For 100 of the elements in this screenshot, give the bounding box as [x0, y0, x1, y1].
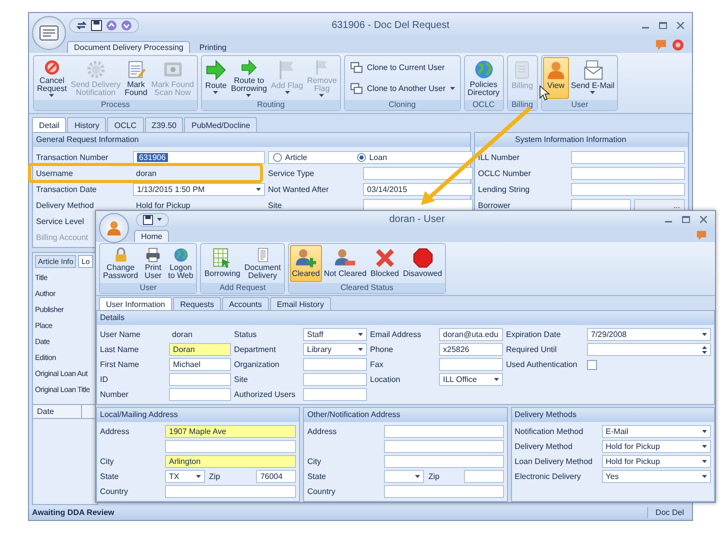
- input-field[interactable]: Michael: [169, 358, 231, 371]
- field-label: Location: [370, 375, 400, 384]
- maximize-icon[interactable]: [659, 22, 667, 28]
- field-label: Country: [100, 487, 128, 496]
- input-field[interactable]: [464, 470, 504, 483]
- input-field[interactable]: Arlington: [165, 455, 296, 468]
- input-field[interactable]: 76004: [256, 470, 296, 483]
- tab[interactable]: PubMed/Docline: [184, 117, 258, 132]
- ribbon-button[interactable]: Print User: [140, 245, 166, 282]
- maximize-icon[interactable]: [682, 216, 690, 223]
- tab[interactable]: Z39.50: [144, 117, 184, 132]
- dropdown-field[interactable]: TX: [165, 470, 205, 483]
- tab[interactable]: Email History: [270, 297, 331, 310]
- dropdown-field[interactable]: 7/29/2008: [587, 328, 711, 341]
- input-field[interactable]: [384, 455, 504, 468]
- feedback-icon[interactable]: [655, 39, 667, 51]
- input-field[interactable]: Doran: [169, 343, 231, 356]
- ribbon-button[interactable]: Route: [202, 57, 229, 99]
- input-field[interactable]: [165, 440, 296, 453]
- down-circle-icon[interactable]: [121, 20, 132, 30]
- arrow-icon: [204, 59, 227, 81]
- ribbon-button[interactable]: Clone to Another User: [346, 80, 459, 97]
- ribbon-button[interactable]: Borrowing: [202, 245, 242, 282]
- input-field[interactable]: [571, 150, 685, 164]
- ribbon-button[interactable]: Policies Directory: [466, 57, 502, 99]
- ribbon-button[interactable]: Cancel Request: [35, 57, 69, 99]
- date-field[interactable]: [587, 343, 711, 356]
- ribbon-tab[interactable]: Document Delivery Processing: [67, 41, 190, 53]
- input-field[interactable]: [303, 358, 367, 371]
- input-field[interactable]: 1907 Maple Ave: [165, 425, 296, 438]
- input-field[interactable]: x25826: [439, 343, 503, 356]
- close-icon[interactable]: [677, 22, 684, 28]
- browse-button[interactable]: ...: [634, 198, 685, 212]
- dropdown-field[interactable]: 1/13/2015 1:50 PM: [133, 182, 265, 196]
- tab[interactable]: Requests: [173, 297, 221, 310]
- input-field[interactable]: 631906: [133, 150, 265, 164]
- input-field[interactable]: [439, 358, 503, 371]
- input-field[interactable]: [384, 440, 504, 453]
- ribbon-button[interactable]: Send E-Mail: [568, 57, 616, 99]
- input-field[interactable]: [165, 485, 296, 498]
- dropdown-field[interactable]: Hold for Pickup: [602, 440, 711, 453]
- checkbox[interactable]: [587, 360, 597, 370]
- tab[interactable]: History: [67, 117, 106, 132]
- save-icon[interactable]: [91, 20, 102, 30]
- tab[interactable]: OCLC: [107, 117, 144, 132]
- ribbon-tab[interactable]: Home: [134, 230, 170, 242]
- caret-icon: [319, 94, 324, 97]
- dropdown-field[interactable]: E-Mail: [602, 425, 711, 438]
- tab[interactable]: Accounts: [222, 297, 269, 310]
- tab[interactable]: User Information: [99, 297, 172, 310]
- refresh-icon[interactable]: [76, 20, 87, 30]
- close-icon[interactable]: [700, 216, 707, 223]
- application-button[interactable]: [99, 213, 129, 243]
- ribbon-button[interactable]: Not Cleared: [322, 245, 369, 282]
- spinner-icon: [702, 346, 707, 354]
- input-field[interactable]: doran@uta.edu: [439, 328, 503, 341]
- radio-button[interactable]: Loan: [357, 152, 388, 162]
- help-icon[interactable]: [672, 39, 684, 51]
- input-field[interactable]: [571, 166, 685, 180]
- input-field[interactable]: [169, 373, 231, 386]
- dropdown-field[interactable]: ILL Office: [439, 373, 503, 386]
- input-field[interactable]: [571, 198, 631, 212]
- save-icon[interactable]: [143, 214, 153, 224]
- ribbon-tab[interactable]: Printing: [192, 41, 234, 53]
- tab[interactable]: Detail: [32, 117, 66, 132]
- ribbon-button[interactable]: Mark Found: [122, 57, 150, 99]
- feedback-icon[interactable]: [696, 230, 707, 240]
- group-label: OCLC: [464, 100, 503, 110]
- field-label: First Name: [100, 360, 140, 369]
- ribbon-button[interactable]: Blocked: [368, 245, 401, 282]
- dropdown-field[interactable]: Hold for Pickup: [602, 455, 711, 468]
- input-field[interactable]: 03/14/2015: [363, 182, 473, 196]
- caret-icon: [358, 333, 363, 336]
- input-field[interactable]: [363, 166, 473, 180]
- input-field[interactable]: [303, 388, 367, 401]
- ribbon-button[interactable]: Change Password: [101, 245, 140, 282]
- ribbon-button[interactable]: Disavowed: [400, 245, 444, 282]
- ribbon-button[interactable]: Route to Borrowing: [228, 57, 269, 99]
- dropdown-field[interactable]: Staff: [303, 328, 367, 341]
- field-label: ID: [100, 375, 108, 384]
- up-circle-icon[interactable]: [106, 20, 117, 30]
- dropdown-field[interactable]: [384, 470, 424, 483]
- input-field[interactable]: [384, 485, 504, 498]
- dropdown-field[interactable]: Library: [303, 343, 367, 356]
- section-header: Delivery Methods: [512, 408, 714, 422]
- ribbon-button[interactable]: Cleared: [290, 245, 322, 282]
- dropdown-field[interactable]: Yes: [602, 470, 711, 483]
- input-field[interactable]: [169, 388, 231, 401]
- ribbon-button[interactable]: Document Delivery: [242, 245, 283, 282]
- ribbon-button[interactable]: Clone to Current User: [346, 59, 459, 76]
- ribbon-button[interactable]: Logon to Web: [166, 245, 196, 282]
- input-field[interactable]: [384, 425, 504, 438]
- input-field[interactable]: [303, 373, 367, 386]
- field-label: Not Wanted After: [268, 184, 329, 194]
- application-button[interactable]: [32, 16, 66, 50]
- ribbon-button[interactable]: View: [542, 57, 569, 99]
- radio-button[interactable]: Article: [273, 152, 308, 162]
- caret-icon: [450, 87, 455, 90]
- field-label: Number: [100, 390, 128, 399]
- input-field[interactable]: [571, 182, 685, 196]
